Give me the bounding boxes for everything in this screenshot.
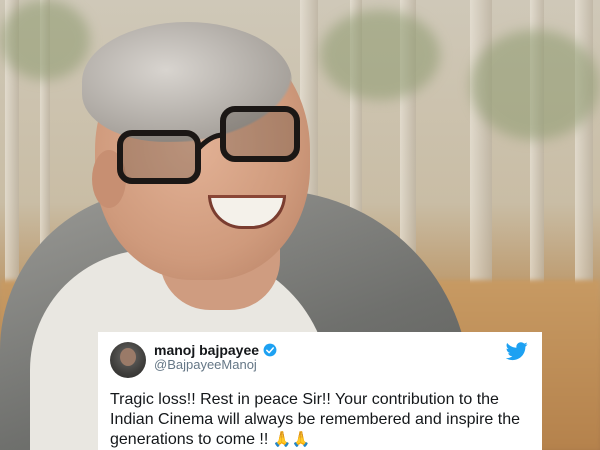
tweet-body: Tragic loss!! Rest in peace Sir!! Your c… [110,391,520,448]
display-name[interactable]: manoj bajpayee [154,342,259,358]
tweet-author: manoj bajpayee @BajpayeeManoj [154,342,277,373]
avatar[interactable] [110,342,146,378]
user-handle[interactable]: @BajpayeeManoj [154,357,277,373]
name-row: manoj bajpayee [154,342,277,358]
foliage [470,30,600,140]
tweet-card[interactable]: manoj bajpayee @BajpayeeManoj Tragic los… [98,332,542,450]
twitter-bird-icon[interactable] [505,340,528,362]
folded-hands-emoji: 🙏🙏 [272,431,311,448]
foliage [0,0,90,80]
tweet-header: manoj bajpayee @BajpayeeManoj [110,342,528,384]
tweet-text: Tragic loss!! Rest in peace Sir!! Your c… [110,390,528,450]
eyeglasses [115,105,305,185]
foliage [320,10,440,100]
verified-badge-icon [263,343,277,357]
